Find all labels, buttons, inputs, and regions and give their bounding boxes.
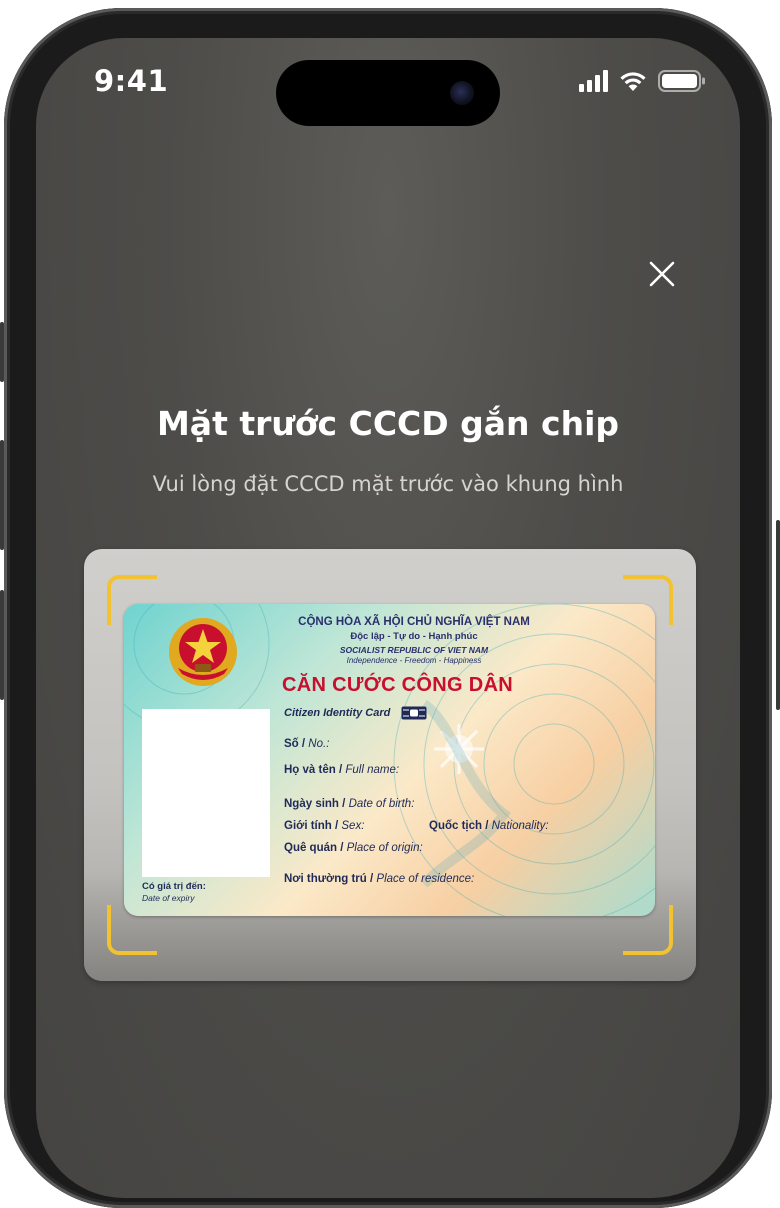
field-number-vi: Số (284, 738, 299, 750)
status-icons (579, 70, 706, 92)
field-place-of-residence: Nơi thường trú / Place of residence: (284, 873, 475, 885)
close-icon (649, 261, 675, 287)
volume-down-button (0, 590, 4, 700)
field-expiry-en: Date of expiry (142, 893, 195, 903)
signal-icon (579, 70, 608, 92)
scan-corner-bottom-left (107, 905, 157, 955)
field-sex-en: Sex: (341, 820, 365, 832)
field-place-of-origin-en: Place of origin: (346, 842, 423, 854)
field-date-of-birth-en: Date of birth: (348, 798, 415, 810)
card-header-country: CỘNG HÒA XÃ HỘI CHỦ NGHĨA VIỆT NAM (298, 616, 530, 628)
id-card-preview: CỘNG HÒA XÃ HỘI CHỦ NGHĨA VIỆT NAM Độc l… (124, 604, 655, 916)
field-date-of-birth-vi: Ngày sinh (284, 798, 339, 810)
field-place-of-origin: Quê quán / Place of origin: (284, 842, 423, 854)
field-expiry-vi: Có giá trị đến: (142, 881, 206, 892)
field-full-name: Họ và tên / Full name: (284, 764, 400, 776)
volume-up-button (0, 440, 4, 550)
field-place-of-residence-vi: Nơi thường trú (284, 873, 367, 885)
status-time: 9:41 (94, 64, 169, 98)
portrait-photo-placeholder (142, 709, 270, 877)
field-nationality-en: Nationality: (491, 820, 549, 832)
screen: 9:41 Mặt trước CCCD gắn chip Vui lòng đặ… (36, 38, 740, 1198)
field-number: Số / No.: (284, 738, 330, 750)
scan-corner-top-left (107, 575, 157, 625)
field-full-name-en: Full name: (345, 764, 400, 776)
battery-icon (658, 70, 705, 92)
silent-switch (0, 322, 4, 382)
wifi-icon (620, 72, 646, 91)
field-date-of-birth: Ngày sinh / Date of birth: (284, 798, 415, 810)
field-place-of-residence-en: Place of residence: (376, 873, 475, 885)
dynamic-island (276, 60, 500, 126)
front-camera-icon (450, 81, 474, 105)
chip-icon (401, 706, 427, 720)
screen-title: Mặt trước CCCD gắn chip (156, 404, 620, 443)
scan-corner-bottom-right (623, 905, 673, 955)
field-place-of-origin-vi: Quê quán (284, 842, 338, 854)
field-nationality: Quốc tịch / Nationality: (429, 820, 549, 832)
power-button (776, 520, 780, 710)
field-sex-vi: Giới tính (284, 820, 332, 832)
national-emblem-icon (169, 618, 237, 686)
card-header-motto: Độc lập - Tự do - Hạnh phúc (350, 631, 478, 642)
field-number-en: No.: (308, 738, 330, 750)
card-header-country-en: SOCIALIST REPUBLIC OF VIET NAM (339, 645, 489, 655)
field-sex: Giới tính / Sex: (284, 820, 365, 832)
card-subtitle: Citizen Identity Card (284, 707, 391, 719)
field-full-name-vi: Họ và tên (284, 764, 336, 776)
close-button[interactable] (644, 256, 680, 292)
field-nationality-vi: Quốc tịch (429, 820, 483, 832)
card-title: CĂN CƯỚC CÔNG DÂN (282, 674, 513, 696)
camera-scan-frame: CỘNG HÒA XÃ HỘI CHỦ NGHĨA VIỆT NAM Độc l… (84, 549, 696, 981)
card-header-motto-en: Independence - Freedom - Happiness (346, 656, 482, 665)
scan-corner-top-right (623, 575, 673, 625)
screen-subtitle: Vui lòng đặt CCCD mặt trước vào khung hì… (152, 472, 624, 496)
